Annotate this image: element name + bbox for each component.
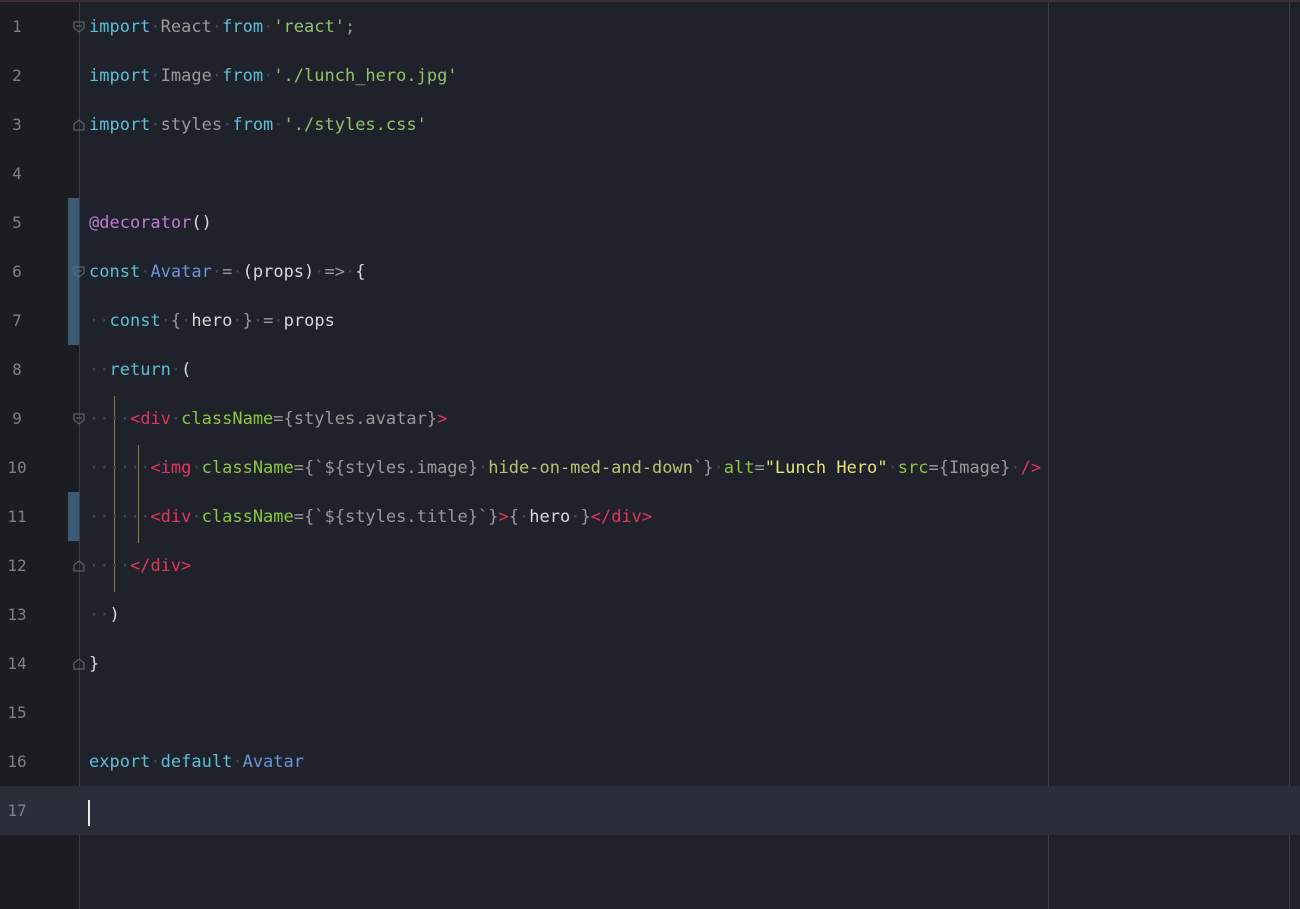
code-editor[interactable]: 1 import·React·from·'react'; 2 import·Im… (0, 0, 1300, 909)
code-text: ··return·( (89, 360, 192, 380)
line-number: 1 (12, 17, 22, 36)
code-text: ······<img·className={`${styles.image}·h… (89, 458, 1042, 478)
code-line[interactable]: 12 ····</div> (0, 541, 1300, 590)
code-line[interactable]: 1 import·React·from·'react'; (0, 2, 1300, 51)
line-number: 6 (12, 262, 22, 281)
fold-end-icon[interactable] (73, 560, 85, 572)
code-text: import·React·from·'react'; (89, 17, 356, 37)
line-number: 11 (7, 507, 27, 526)
code-text: ····</div> (89, 556, 192, 576)
line-number: 2 (12, 66, 22, 85)
fold-end-icon[interactable] (73, 119, 85, 131)
line-number: 14 (7, 654, 27, 673)
code-text: export·default·Avatar (89, 752, 304, 772)
code-text: import·Image·from·'./lunch_hero.jpg' (89, 66, 458, 86)
code-text: } (89, 654, 100, 674)
code-line[interactable]: 2 import·Image·from·'./lunch_hero.jpg' (0, 51, 1300, 100)
code-line[interactable]: 9 ····<div·className={styles.avatar}> (0, 394, 1300, 443)
code-text: @decorator() (89, 213, 212, 233)
line-number: 7 (12, 311, 22, 330)
code-line-current[interactable]: 17 (0, 786, 1300, 835)
code-text: ··) (89, 605, 120, 625)
fold-end-icon[interactable] (73, 658, 85, 670)
code-line[interactable]: 11 ······<div·className={`${styles.title… (0, 492, 1300, 541)
code-line[interactable]: 7 ··const·{·hero·}·=·props (0, 296, 1300, 345)
line-number: 5 (12, 213, 22, 232)
code-line[interactable]: 16 export·default·Avatar (0, 737, 1300, 786)
line-number: 8 (12, 360, 22, 379)
fold-collapse-icon[interactable] (73, 413, 85, 425)
code-line[interactable]: 8 ··return·( (0, 345, 1300, 394)
line-number: 17 (7, 801, 27, 820)
line-number: 10 (7, 458, 27, 477)
line-number: 4 (12, 164, 22, 183)
fold-collapse-icon[interactable] (73, 266, 85, 278)
code-line[interactable]: 3 import·styles·from·'./styles.css' (0, 100, 1300, 149)
line-number: 16 (7, 752, 27, 771)
code-line[interactable]: 4 (0, 149, 1300, 198)
line-number: 9 (12, 409, 22, 428)
code-line[interactable]: 15 (0, 688, 1300, 737)
line-number: 3 (12, 115, 22, 134)
code-line[interactable]: 13 ··) (0, 590, 1300, 639)
code-text: ····<div·className={styles.avatar}> (89, 409, 448, 429)
code-text: ··const·{·hero·}·=·props (89, 311, 335, 331)
code-text: ······<div·className={`${styles.title}`}… (89, 507, 653, 527)
code-text: import·styles·from·'./styles.css' (89, 115, 427, 135)
code-text: const·Avatar·=·(props)·=>·{ (89, 262, 366, 282)
text-cursor (88, 800, 90, 826)
code-line[interactable]: 10 ······<img·className={`${styles.image… (0, 443, 1300, 492)
line-number: 13 (7, 605, 27, 624)
line-number: 15 (7, 703, 27, 722)
code-line[interactable]: 14 } (0, 639, 1300, 688)
fold-collapse-icon[interactable] (73, 21, 85, 33)
code-line[interactable]: 6 const·Avatar·=·(props)·=>·{ (0, 247, 1300, 296)
line-number: 12 (7, 556, 27, 575)
code-line[interactable]: 5 @decorator() (0, 198, 1300, 247)
